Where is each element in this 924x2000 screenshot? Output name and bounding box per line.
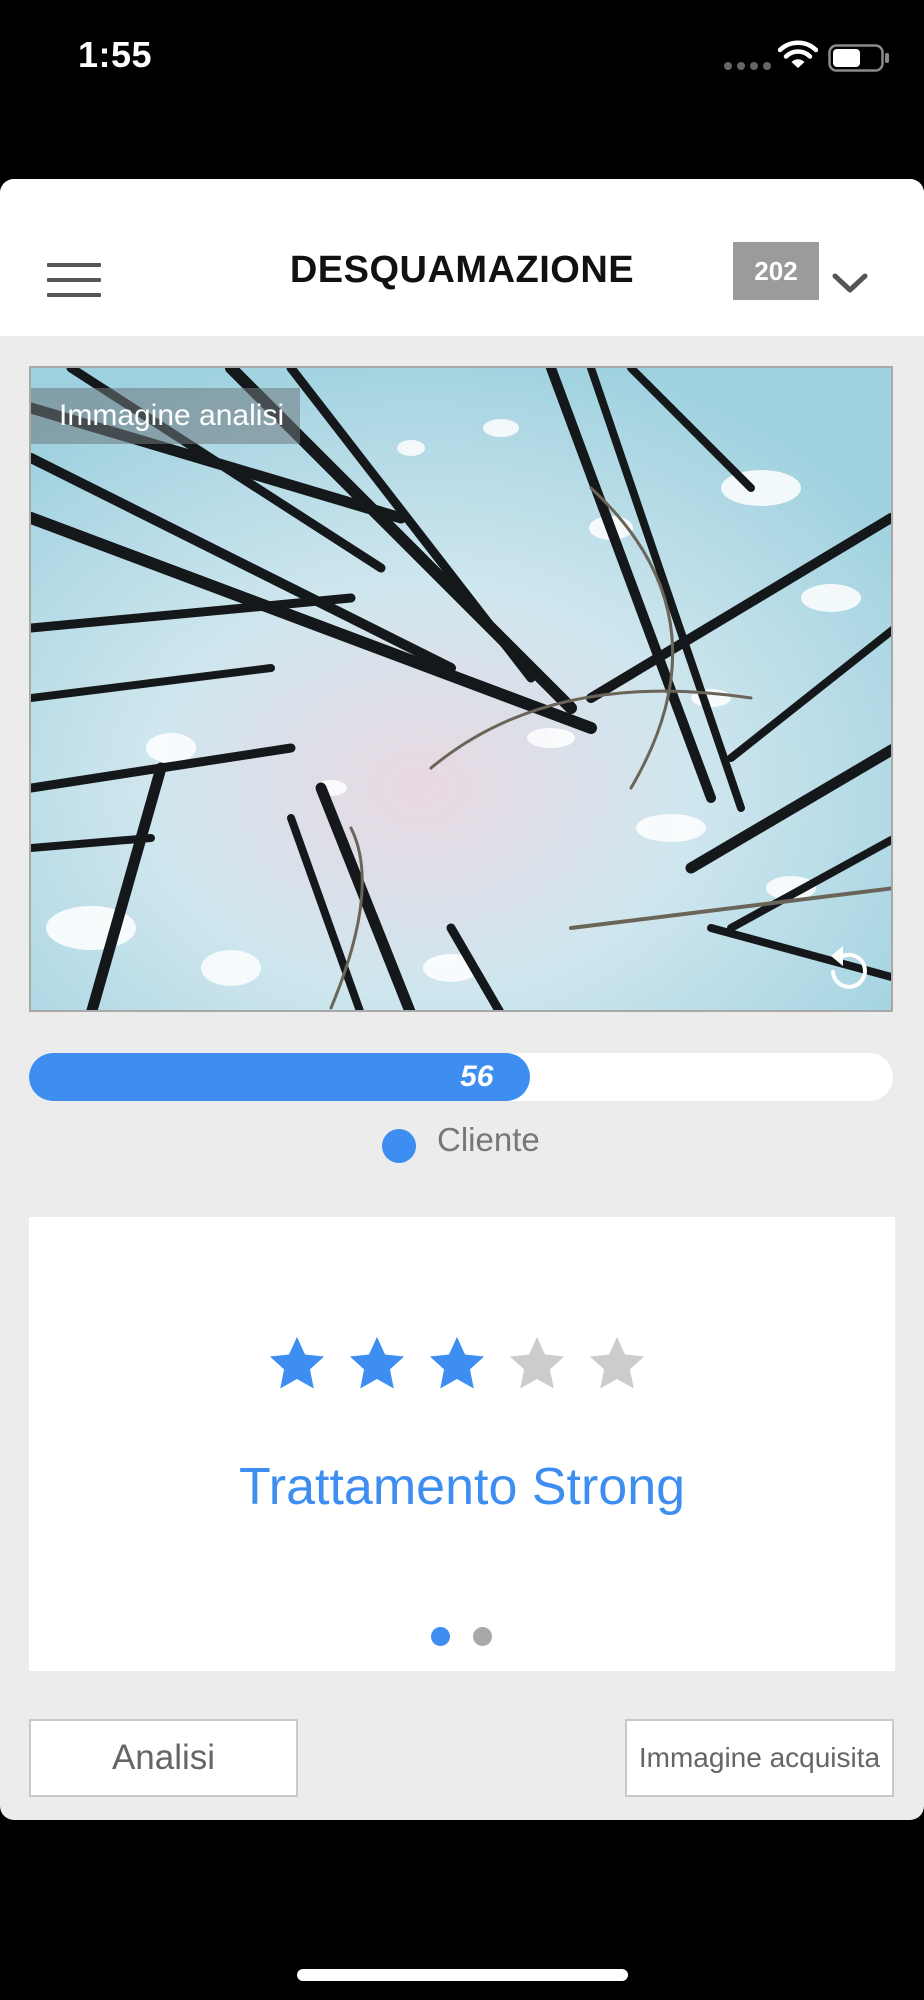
star-empty-icon (509, 1336, 565, 1389)
star-rating (266, 1333, 648, 1395)
legend-dot (382, 1129, 416, 1163)
page-dot[interactable] (431, 1627, 450, 1646)
analysis-image[interactable]: Immagine analisi (29, 366, 893, 1012)
star-filled-icon (349, 1336, 405, 1389)
treatment-label: Trattamento Strong (238, 1458, 686, 1516)
analysis-card: DESQUAMAZIONE 202 Immagine analisi 56 Cl… (0, 179, 924, 1820)
immagine-acquisita-button[interactable]: Immagine acquisita (625, 1719, 894, 1797)
score-value: 56 (460, 1060, 494, 1093)
star-empty-icon (589, 1336, 645, 1389)
legend-label: Cliente (437, 1121, 540, 1158)
treatment-card[interactable]: Trattamento Strong (29, 1217, 895, 1671)
page-dot[interactable] (473, 1627, 492, 1646)
status-time: 1:55 (78, 34, 153, 75)
count-badge[interactable]: 202 (733, 242, 819, 300)
wifi-icon (778, 40, 818, 68)
legend: Cliente (382, 1117, 540, 1163)
cellular-signal-icon (724, 62, 771, 70)
analisi-button[interactable]: Analisi (29, 1719, 298, 1797)
score-progress-bar: 56 (29, 1053, 893, 1101)
header-bar: DESQUAMAZIONE 202 (0, 179, 924, 336)
image-label: Immagine analisi (31, 388, 301, 444)
star-filled-icon (269, 1336, 325, 1389)
home-indicator (297, 1969, 628, 1981)
chevron-down-icon[interactable] (830, 271, 870, 295)
battery-icon (828, 44, 889, 72)
score-progress-fill (29, 1053, 531, 1101)
scalp-microscope-image (31, 368, 891, 1010)
star-filled-icon (429, 1336, 485, 1389)
rotate-icon[interactable] (817, 938, 881, 1002)
page-indicator (431, 1627, 492, 1646)
